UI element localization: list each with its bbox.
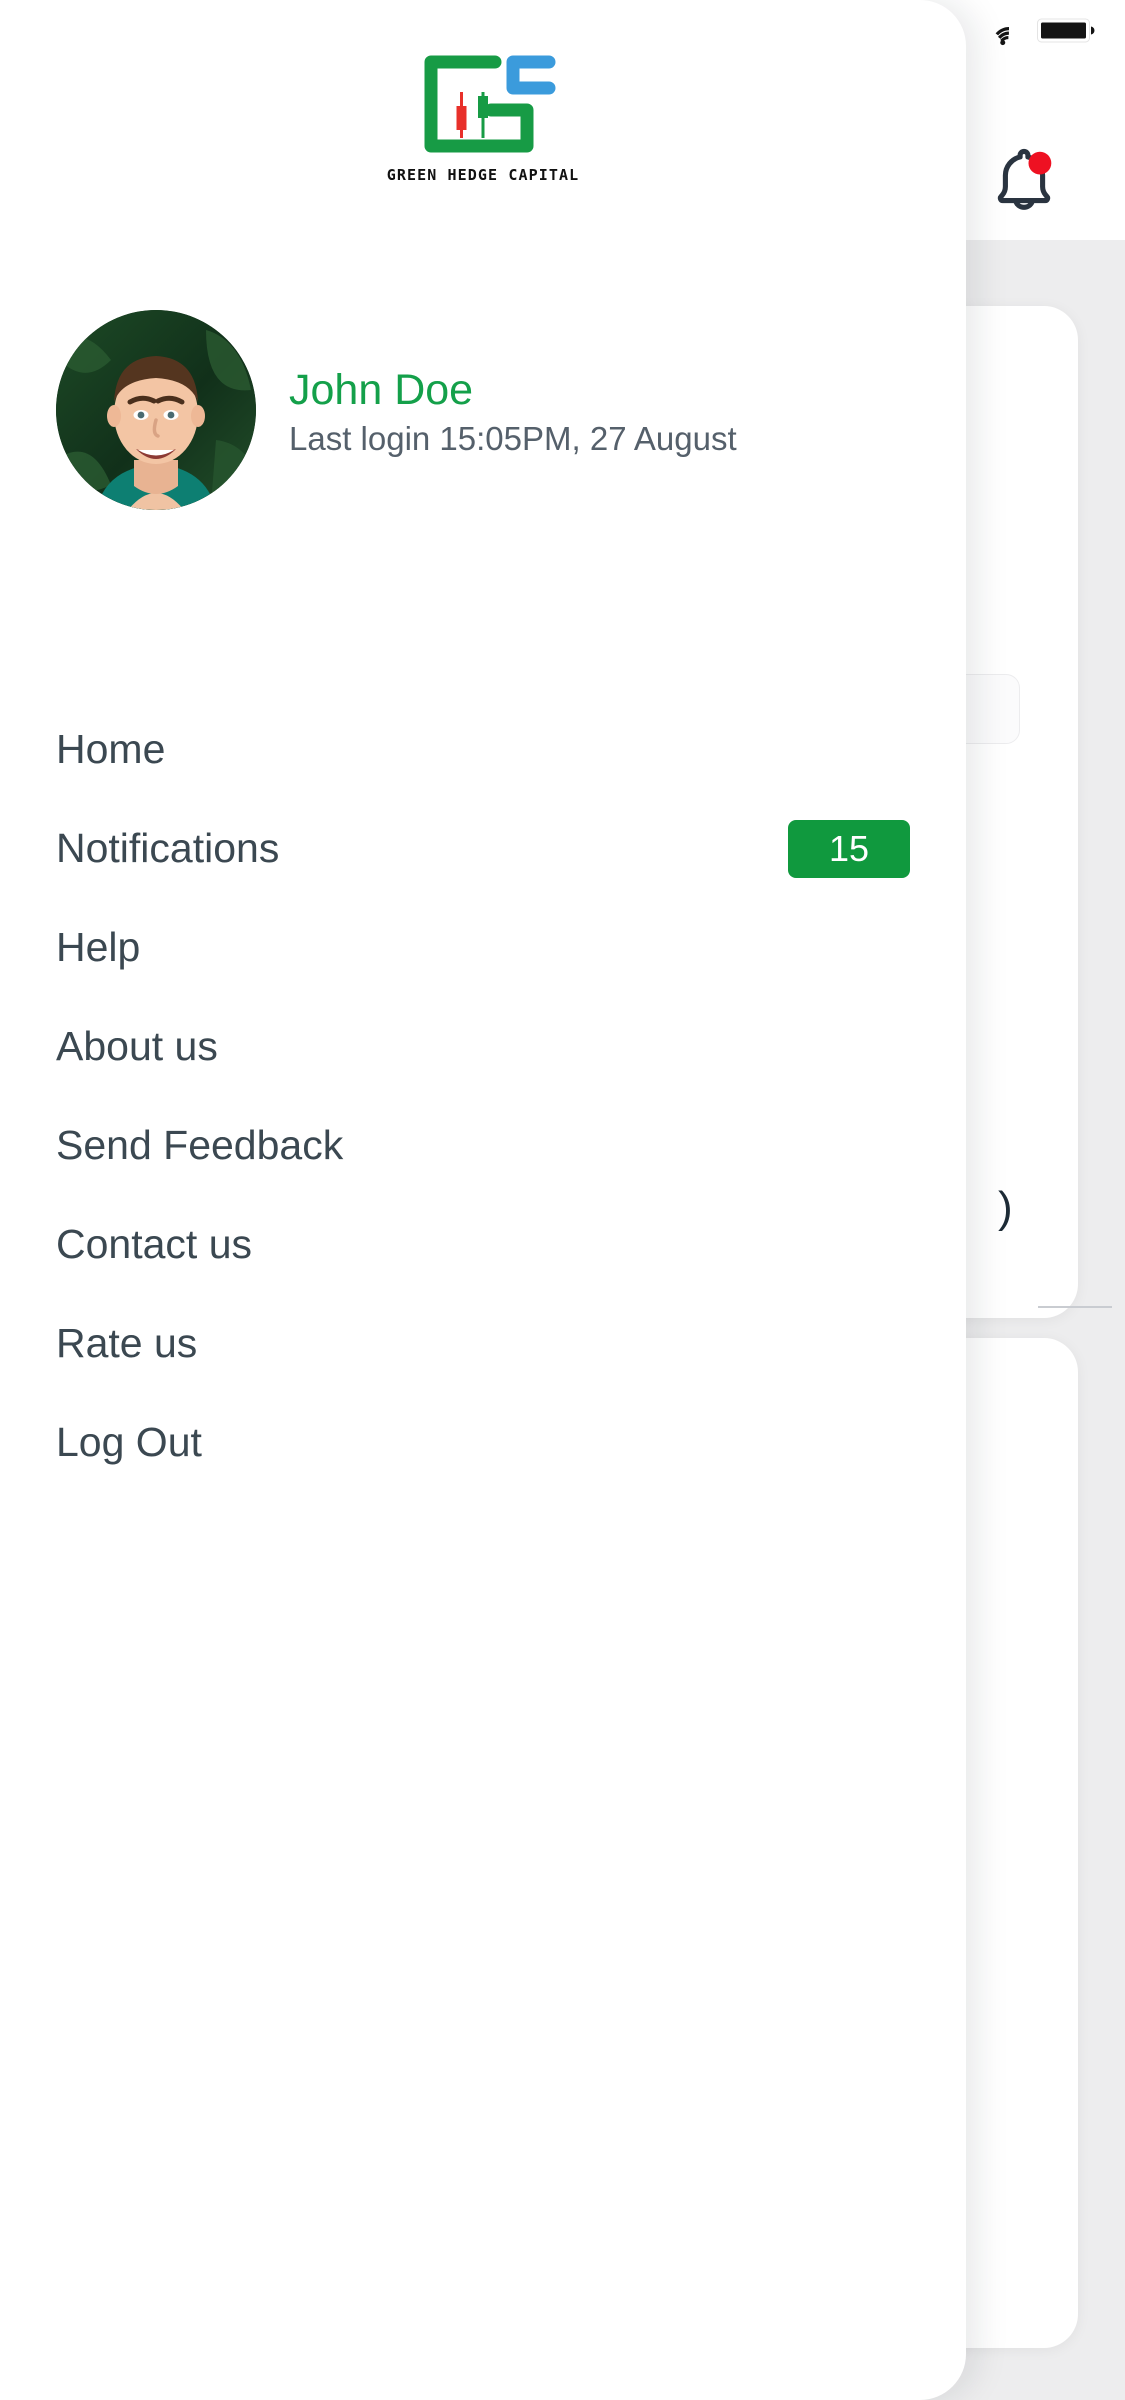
user-profile[interactable]: John Doe Last login 15:05PM, 27 August	[56, 310, 896, 510]
menu-item-contact-us[interactable]: Contact us	[0, 1195, 966, 1294]
brand-logo: GREEN HEDGE CAPITAL	[0, 48, 966, 184]
menu-item-send-feedback[interactable]: Send Feedback	[0, 1096, 966, 1195]
status-bar	[0, 0, 1125, 62]
menu-item-label: Rate us	[56, 1320, 198, 1366]
menu-item-label: Home	[56, 726, 166, 772]
menu-item-label: Notifications	[56, 825, 280, 871]
drawer-menu: Home Notifications 15 Help About us Send…	[0, 700, 966, 1492]
menu-item-label: Contact us	[56, 1221, 252, 1267]
brand-wordmark: GREEN HEDGE CAPITAL	[386, 166, 580, 184]
app-screen: ) GREEN HEDGE CAPITAL John Doe Last logi…	[0, 0, 1125, 2400]
profile-last-login: Last login 15:05PM, 27 August	[289, 420, 737, 458]
battery-full-icon	[1037, 16, 1099, 46]
menu-item-log-out[interactable]: Log Out	[0, 1393, 966, 1492]
background-paren-text: )	[998, 1183, 1013, 1232]
menu-item-label: Help	[56, 924, 141, 970]
bell-icon[interactable]	[985, 140, 1063, 218]
menu-item-rate-us[interactable]: Rate us	[0, 1294, 966, 1393]
notifications-bell-button[interactable]	[985, 140, 1063, 218]
profile-name: John Doe	[289, 365, 474, 414]
menu-item-label: Log Out	[56, 1419, 202, 1465]
notifications-count-badge: 15	[788, 819, 910, 878]
menu-item-help[interactable]: Help	[0, 898, 966, 997]
profile-text: John Doe Last login 15:05PM, 27 August	[289, 362, 737, 458]
menu-item-notifications[interactable]: Notifications 15	[0, 799, 966, 898]
wifi-icon	[991, 16, 1021, 46]
avatar[interactable]	[56, 310, 256, 510]
green-hedge-capital-logo-icon	[403, 48, 563, 160]
navigation-drawer: GREEN HEDGE CAPITAL John Doe Last login …	[0, 0, 966, 2400]
background-divider-1	[1038, 1306, 1112, 1308]
menu-item-about-us[interactable]: About us	[0, 997, 966, 1096]
menu-item-home[interactable]: Home	[0, 700, 966, 799]
menu-item-label: About us	[56, 1023, 218, 1069]
menu-item-label: Send Feedback	[56, 1122, 344, 1168]
